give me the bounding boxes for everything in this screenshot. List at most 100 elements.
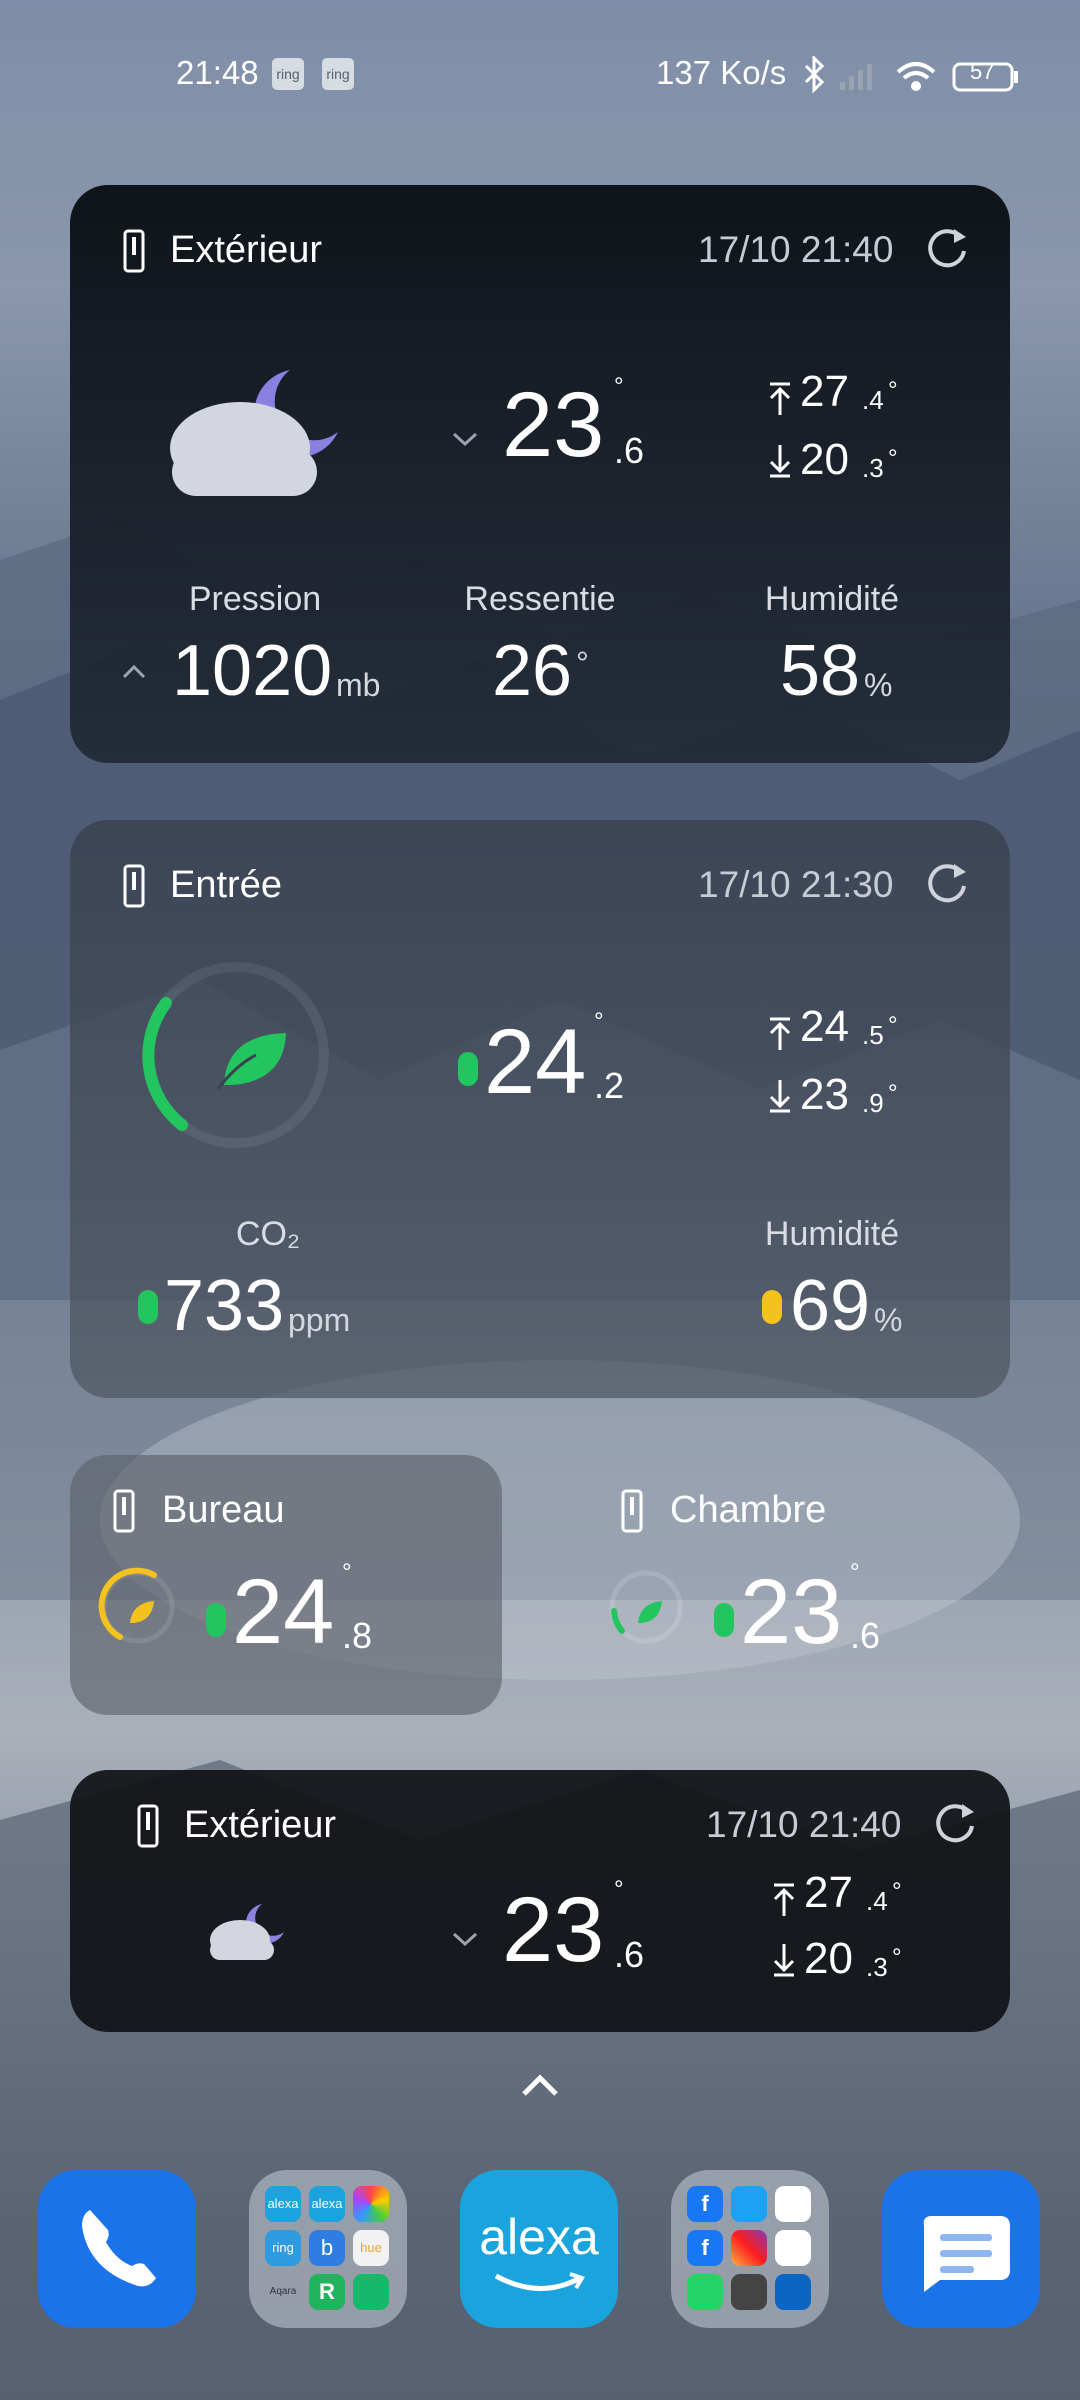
min-temperature: 20 <box>804 1934 853 1983</box>
trend-down-icon <box>452 1932 478 1947</box>
degree-sign: ° <box>850 1559 860 1586</box>
degree-sign: ° <box>342 1559 352 1586</box>
sensor-icon <box>621 1489 643 1533</box>
hue-mini-icon: hue <box>353 2230 389 2266</box>
min-decimal: .3 <box>862 453 884 483</box>
outdoor-compact-widget[interactable]: Extérieur 17/10 21:40 23 ° .6 27 .4 ° 20… <box>70 1770 1010 2032</box>
min-decimal: .9 <box>862 1088 884 1118</box>
ring-mini-icon: ring <box>265 2230 301 2266</box>
air-quality-gauge <box>609 1570 683 1644</box>
humidity-unit: % <box>864 667 893 703</box>
sensor-icon <box>137 1804 159 1848</box>
temperature-decimal: .6 <box>614 1934 645 1975</box>
entry-widget[interactable]: Entrée 17/10 21:30 24 ° .2 24 .5 ° 23 .9… <box>70 820 1010 1398</box>
alexa-app[interactable]: alexa <box>460 2170 618 2328</box>
battery-level: 57 <box>970 59 995 84</box>
min-arrow-icon <box>769 445 791 478</box>
outdoor-widget[interactable]: Extérieur 17/10 21:40 23 ° .6 27 .4 ° 20… <box>70 185 1010 763</box>
social-folder[interactable]: f f <box>671 2170 829 2328</box>
whatsapp-mini-icon <box>687 2274 723 2310</box>
degree-sign: ° <box>888 445 898 472</box>
r-mini-icon: R <box>309 2274 345 2310</box>
refresh-icon[interactable] <box>924 225 970 271</box>
last-update-time: 17/10 21:30 <box>698 864 894 905</box>
feels-like-label: Ressentie <box>464 580 616 618</box>
min-arrow-icon <box>769 1080 791 1113</box>
ring-notification-icon: ring <box>322 58 354 90</box>
min-temperature: 23 <box>800 1070 849 1119</box>
alexa-mini-icon: alexa <box>309 2186 345 2222</box>
pressure-label: Pression <box>188 580 322 618</box>
max-temperature: 27 <box>804 1868 853 1917</box>
degree-sign: ° <box>888 1012 898 1039</box>
pressure-value: 1020 <box>172 631 333 711</box>
feels-like-value: 26 <box>492 631 573 711</box>
amazon-smile-icon <box>494 2272 585 2291</box>
humidity-value: 58 <box>780 631 861 711</box>
refresh-icon[interactable] <box>932 1800 978 1846</box>
temperature-decimal: .2 <box>594 1065 625 1106</box>
air-quality-gauge <box>98 1567 175 1644</box>
aqara-mini-icon: Aqara <box>269 2286 297 2297</box>
bedroom-widget[interactable]: Chambre 23 ° .6 <box>578 1455 1010 1715</box>
facebook-mini-icon: f <box>687 2230 723 2266</box>
last-update-time: 17/10 21:40 <box>698 229 894 270</box>
last-update-time: 17/10 21:40 <box>706 1804 902 1845</box>
widget-title: Extérieur <box>184 1804 337 1846</box>
max-arrow-icon <box>769 382 791 415</box>
degree-sign: ° <box>888 1080 898 1107</box>
signal-icon <box>840 64 872 90</box>
min-decimal: .3 <box>866 1952 888 1982</box>
humidity-label: Humidité <box>764 1215 900 1253</box>
current-temperature: 23 <box>502 374 605 476</box>
b-mini-icon: b <box>309 2230 345 2266</box>
sensor-icon <box>123 864 145 908</box>
max-decimal: .5 <box>862 1020 884 1050</box>
max-arrow-icon <box>773 1883 795 1916</box>
dock: alexa alexa ring b hue Aqara R alexa f f <box>0 2170 1080 2330</box>
alexa-mini-icon: alexa <box>265 2186 301 2222</box>
humidity-value: 69 <box>790 1266 871 1346</box>
phone-icon <box>82 2210 156 2287</box>
current-temperature: 24 <box>484 1011 587 1113</box>
humidity-unit: % <box>874 1302 903 1338</box>
trend-up-icon <box>122 664 146 679</box>
phone-app[interactable] <box>38 2170 196 2328</box>
mi-home-mini-icon <box>353 2274 389 2310</box>
smart-home-folder[interactable]: alexa alexa ring b hue Aqara R <box>249 2170 407 2328</box>
sensor-icon <box>113 1489 135 1533</box>
max-temperature: 24 <box>800 1002 849 1051</box>
status-dot <box>458 1052 478 1086</box>
lock-mini-icon <box>775 2274 811 2310</box>
app-drawer-chevron-icon[interactable] <box>520 2072 560 2098</box>
co2-label: CO₂ <box>235 1215 301 1253</box>
messenger-mini-icon <box>775 2230 811 2266</box>
status-dot <box>714 1603 734 1637</box>
max-arrow-icon <box>769 1017 791 1050</box>
widget-title: Bureau <box>162 1489 285 1531</box>
widget-title: Chambre <box>670 1489 827 1531</box>
degree-sign: ° <box>892 1944 902 1971</box>
ring-notification-icon: ring <box>272 58 304 90</box>
temperature-decimal: .6 <box>614 430 645 471</box>
trend-down-icon <box>452 432 478 447</box>
refresh-icon[interactable] <box>924 860 970 906</box>
humidity-status-dot <box>762 1290 782 1324</box>
pressure-unit: mb <box>336 667 381 703</box>
color-wheel-mini-icon <box>353 2186 389 2222</box>
min-arrow-icon <box>773 1944 795 1977</box>
bluetooth-icon <box>804 54 825 94</box>
threads-mini-icon <box>731 2274 767 2310</box>
messenger-mini-icon <box>775 2186 811 2222</box>
messages-app[interactable] <box>882 2170 1040 2328</box>
feels-like-unit: ° <box>576 645 589 681</box>
widget-title: Extérieur <box>170 229 323 271</box>
office-widget[interactable]: Bureau 24 ° .8 <box>70 1455 502 1715</box>
degree-sign: ° <box>614 1876 624 1903</box>
messages-icon <box>922 2216 1010 2292</box>
twitter-mini-icon <box>731 2186 767 2222</box>
degree-sign: ° <box>892 1878 902 1905</box>
status-bar: 21:48 ring ring 137 Ko/s 57 <box>0 48 1080 104</box>
degree-sign: ° <box>888 377 898 404</box>
network-speed: 137 Ko/s <box>656 54 787 91</box>
